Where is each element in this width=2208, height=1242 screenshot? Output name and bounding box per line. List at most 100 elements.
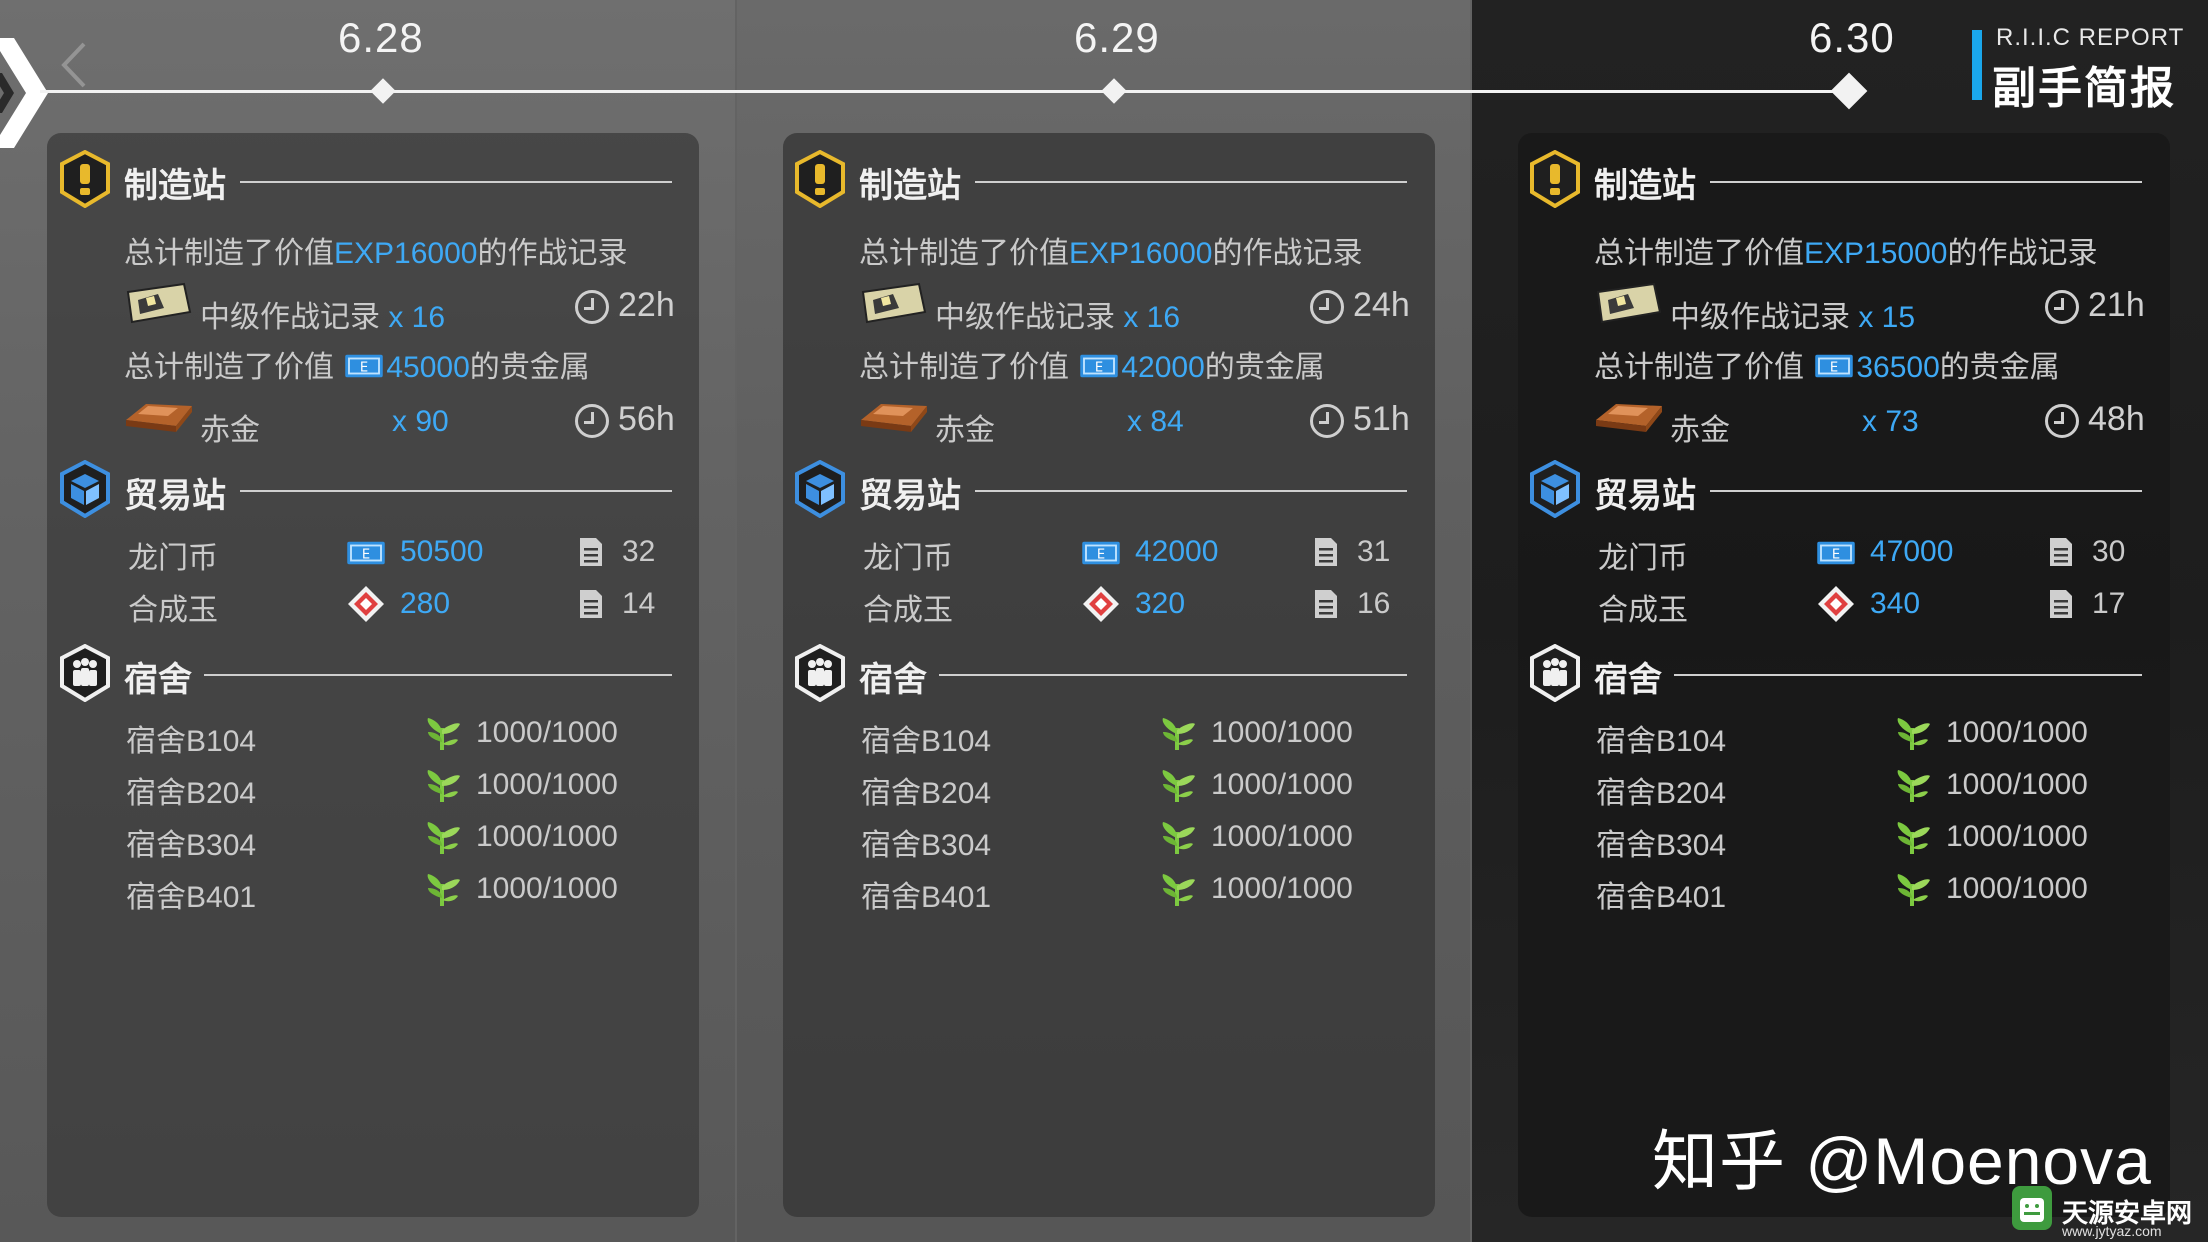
back-chevron-icon[interactable] [58,40,88,90]
mood-leaf-icon [1157,818,1197,856]
dorm-room-mood: 1000/1000 [1946,872,2088,905]
orundum-orders: 14 [622,587,656,620]
gold-suffix: 的贵金属 [1939,351,2060,384]
clock-icon [575,404,609,438]
dorm-room-mood: 1000/1000 [1946,768,2088,801]
timeline-line [40,90,1850,93]
gold-summary-line: 总计制造了价值 E 45000的贵金属 [124,342,590,386]
battle-record-icon [1594,282,1662,324]
exp-suffix: 的作战记录 [1212,237,1363,270]
mood-leaf-icon [422,818,462,856]
gold-summary-line: 总计制造了价值 E 42000的贵金属 [859,342,1325,386]
order-document-icon [2048,536,2074,568]
lmd-icon: E [1079,538,1123,568]
clock-icon [575,290,609,324]
dorm-room-mood: 1000/1000 [476,716,618,749]
exp-summary-line: 总计制造了价值EXP15000的作战记录 [1594,228,2097,272]
battle-record-line: 中级作战记录 x 15 [1670,292,1915,336]
column-divider [735,0,737,1242]
section-divider [975,490,1407,492]
orundum-label: 合成玉 [863,594,953,627]
battle-record-name: 中级作战记录 [1670,301,1850,334]
svg-text:E: E [362,548,370,563]
battle-record-count: x 16 [1123,301,1181,334]
battle-record-hours: 22h [618,286,675,324]
lmd-value: 47000 [1870,535,1954,568]
svg-text:E: E [1832,548,1840,563]
gold-summary-line: 总计制造了价值 E 36500的贵金属 [1594,342,2060,386]
dorm-room-name: 宿舍B104 [1596,725,1727,758]
section-divider [1674,674,2142,676]
gold-prefix: 总计制造了价值 [859,351,1069,384]
lmd-value: 50500 [400,535,484,568]
mood-leaf-icon [1157,766,1197,804]
lmd-label: 龙门币 [1598,542,1688,575]
lmd-orders: 30 [2092,535,2126,568]
report-title: 副手简报 [1992,64,2176,113]
dorm-room-name: 宿舍B204 [1596,777,1727,810]
mood-leaf-icon [1157,714,1197,752]
manufacturing-station-icon [1528,149,1582,209]
exp-value: EXP15000 [1804,237,1948,270]
report-accent-bar [1972,30,1982,100]
order-document-icon [1313,536,1339,568]
lmd-icon: E [344,538,388,568]
dorm-room-mood: 1000/1000 [1211,768,1353,801]
svg-text:E: E [1097,548,1105,563]
lmd-inline-icon: E [342,351,386,381]
svg-text:E: E [1095,361,1103,376]
order-document-icon [578,536,604,568]
section-divider [975,181,1407,183]
orundum-value: 340 [1870,587,1921,620]
orundum-label: 合成玉 [128,594,218,627]
lmd-icon: E [1814,538,1858,568]
section-divider [240,490,672,492]
dormitory-title: 宿舍 [859,661,927,699]
orundum-icon [1816,584,1856,624]
exp-summary-line: 总计制造了价值EXP16000的作战记录 [859,228,1362,272]
dorm-room-mood: 1000/1000 [476,872,618,905]
battle-record-name: 中级作战记录 [200,301,380,334]
orundum-icon [1081,584,1121,624]
clock-icon [2045,290,2079,324]
lmd-value: 42000 [1135,535,1219,568]
exp-summary-line: 总计制造了价值EXP16000的作战记录 [124,228,627,272]
dorm-room-mood: 1000/1000 [1211,820,1353,853]
watermark-text: 知乎 @Moenova [1652,1124,2152,1198]
gold-suffix: 的贵金属 [469,351,590,384]
gold-hours: 48h [2088,400,2145,438]
dorm-room-name: 宿舍B401 [1596,881,1727,914]
lmd-label: 龙门币 [863,542,953,575]
lmd-orders: 32 [622,535,656,568]
svg-text:E: E [1830,361,1838,376]
gold-count: x 73 [1862,405,1919,438]
dorm-room-name: 宿舍B401 [861,881,992,914]
mood-leaf-icon [422,870,462,908]
battle-record-icon [124,282,192,324]
section-divider [939,674,1407,676]
gold-bar-icon [1592,398,1666,436]
exp-prefix: 总计制造了价值 [859,237,1069,270]
gold-hours: 51h [1353,400,1410,438]
orundum-icon [346,584,386,624]
orundum-orders: 16 [1357,587,1391,620]
dormitory-icon [58,643,112,703]
exp-suffix: 的作战记录 [1947,237,2098,270]
dorm-room-name: 宿舍B204 [861,777,992,810]
dorm-room-name: 宿舍B104 [126,725,257,758]
gold-hours: 56h [618,400,675,438]
lmd-inline-icon: E [1812,351,1856,381]
dorm-room-mood: 1000/1000 [1946,820,2088,853]
section-divider [1710,181,2142,183]
timeline-arrow-icon [0,38,48,148]
clock-icon [2045,404,2079,438]
gold-bar-icon [857,398,931,436]
exp-prefix: 总计制造了价值 [124,237,334,270]
section-divider [1710,490,2142,492]
exp-suffix: 的作战记录 [477,237,628,270]
gold-bar-icon [122,398,196,436]
gold-count: x 90 [392,405,449,438]
lmd-orders: 31 [1357,535,1391,568]
dorm-room-name: 宿舍B104 [861,725,992,758]
gold-value: 42000 [1121,351,1205,384]
